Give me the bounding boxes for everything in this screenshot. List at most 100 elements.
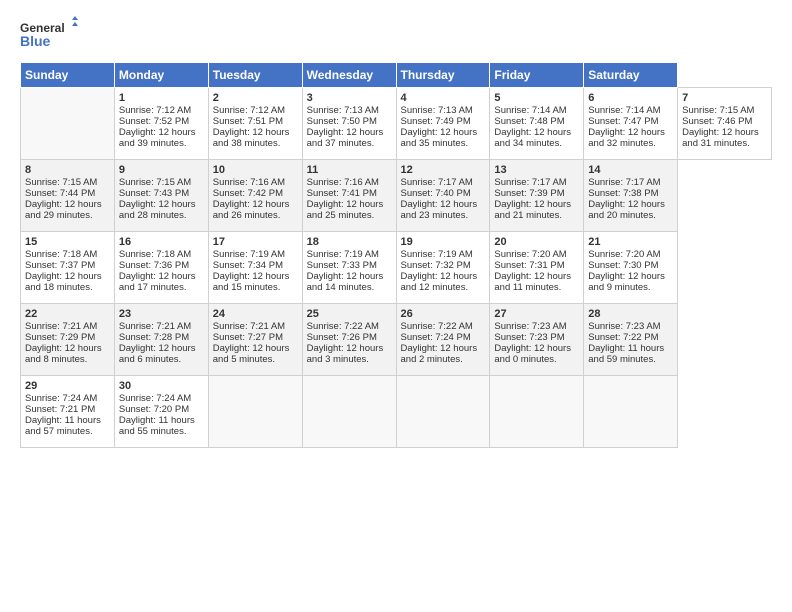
daylight-minutes: and 18 minutes.	[25, 282, 93, 293]
daylight-label: Daylight: 12 hours	[588, 271, 665, 282]
calendar-cell	[21, 88, 115, 160]
daylight-minutes: and 31 minutes.	[682, 138, 750, 149]
calendar-cell: 30Sunrise: 7:24 AMSunset: 7:20 PMDayligh…	[114, 376, 208, 448]
sunset: Sunset: 7:26 PM	[307, 332, 377, 343]
daylight-label: Daylight: 12 hours	[307, 271, 384, 282]
day-number: 29	[25, 380, 110, 392]
daylight-minutes: and 8 minutes.	[25, 354, 87, 365]
calendar-cell: 1Sunrise: 7:12 AMSunset: 7:52 PMDaylight…	[114, 88, 208, 160]
sunrise: Sunrise: 7:18 AM	[25, 249, 97, 260]
daylight-label: Daylight: 12 hours	[307, 199, 384, 210]
sunrise: Sunrise: 7:15 AM	[682, 105, 754, 116]
sunrise: Sunrise: 7:20 AM	[494, 249, 566, 260]
sunset: Sunset: 7:43 PM	[119, 188, 189, 199]
calendar-cell: 24Sunrise: 7:21 AMSunset: 7:27 PMDayligh…	[208, 304, 302, 376]
daylight-label: Daylight: 12 hours	[213, 271, 290, 282]
sunrise: Sunrise: 7:13 AM	[401, 105, 473, 116]
daylight-minutes: and 3 minutes.	[307, 354, 369, 365]
daylight-minutes: and 15 minutes.	[213, 282, 281, 293]
sunset: Sunset: 7:29 PM	[25, 332, 95, 343]
daylight-label: Daylight: 12 hours	[588, 199, 665, 210]
sunrise: Sunrise: 7:19 AM	[213, 249, 285, 260]
day-number: 9	[119, 164, 204, 176]
calendar-cell: 5Sunrise: 7:14 AMSunset: 7:48 PMDaylight…	[490, 88, 584, 160]
daylight-label: Daylight: 12 hours	[494, 343, 571, 354]
sunrise: Sunrise: 7:14 AM	[494, 105, 566, 116]
col-header-saturday: Saturday	[584, 63, 678, 88]
daylight-minutes: and 39 minutes.	[119, 138, 187, 149]
sunset: Sunset: 7:27 PM	[213, 332, 283, 343]
sunset: Sunset: 7:37 PM	[25, 260, 95, 271]
sunset: Sunset: 7:46 PM	[682, 116, 752, 127]
daylight-label: Daylight: 12 hours	[25, 343, 102, 354]
daylight-minutes: and 32 minutes.	[588, 138, 656, 149]
sunrise: Sunrise: 7:21 AM	[213, 321, 285, 332]
sunrise: Sunrise: 7:16 AM	[307, 177, 379, 188]
sunrise: Sunrise: 7:15 AM	[25, 177, 97, 188]
daylight-minutes: and 37 minutes.	[307, 138, 375, 149]
sunset: Sunset: 7:40 PM	[401, 188, 471, 199]
sunrise: Sunrise: 7:18 AM	[119, 249, 191, 260]
daylight-minutes: and 38 minutes.	[213, 138, 281, 149]
sunset: Sunset: 7:31 PM	[494, 260, 564, 271]
daylight-label: Daylight: 12 hours	[494, 127, 571, 138]
sunrise: Sunrise: 7:20 AM	[588, 249, 660, 260]
calendar-cell: 29Sunrise: 7:24 AMSunset: 7:21 PMDayligh…	[21, 376, 115, 448]
daylight-minutes: and 12 minutes.	[401, 282, 469, 293]
day-number: 28	[588, 308, 673, 320]
sunset: Sunset: 7:38 PM	[588, 188, 658, 199]
logo: General Blue	[20, 16, 80, 54]
sunrise: Sunrise: 7:19 AM	[307, 249, 379, 260]
calendar-week-5: 29Sunrise: 7:24 AMSunset: 7:21 PMDayligh…	[21, 376, 772, 448]
calendar-cell: 7Sunrise: 7:15 AMSunset: 7:46 PMDaylight…	[678, 88, 772, 160]
sunset: Sunset: 7:44 PM	[25, 188, 95, 199]
daylight-label: Daylight: 11 hours	[25, 415, 101, 426]
daylight-label: Daylight: 12 hours	[213, 343, 290, 354]
sunrise: Sunrise: 7:13 AM	[307, 105, 379, 116]
day-number: 24	[213, 308, 298, 320]
calendar-cell: 15Sunrise: 7:18 AMSunset: 7:37 PMDayligh…	[21, 232, 115, 304]
sunset: Sunset: 7:51 PM	[213, 116, 283, 127]
sunrise: Sunrise: 7:14 AM	[588, 105, 660, 116]
daylight-minutes: and 17 minutes.	[119, 282, 187, 293]
daylight-label: Daylight: 12 hours	[401, 199, 478, 210]
calendar-cell: 6Sunrise: 7:14 AMSunset: 7:47 PMDaylight…	[584, 88, 678, 160]
day-number: 10	[213, 164, 298, 176]
calendar-cell: 21Sunrise: 7:20 AMSunset: 7:30 PMDayligh…	[584, 232, 678, 304]
day-number: 23	[119, 308, 204, 320]
sunrise: Sunrise: 7:21 AM	[119, 321, 191, 332]
day-number: 12	[401, 164, 486, 176]
day-number: 3	[307, 92, 392, 104]
col-header-thursday: Thursday	[396, 63, 490, 88]
daylight-minutes: and 57 minutes.	[25, 426, 93, 437]
calendar-cell: 27Sunrise: 7:23 AMSunset: 7:23 PMDayligh…	[490, 304, 584, 376]
calendar-cell: 22Sunrise: 7:21 AMSunset: 7:29 PMDayligh…	[21, 304, 115, 376]
calendar-cell: 20Sunrise: 7:20 AMSunset: 7:31 PMDayligh…	[490, 232, 584, 304]
calendar-cell	[584, 376, 678, 448]
day-number: 8	[25, 164, 110, 176]
day-number: 19	[401, 236, 486, 248]
daylight-label: Daylight: 12 hours	[25, 199, 102, 210]
daylight-minutes: and 2 minutes.	[401, 354, 463, 365]
sunrise: Sunrise: 7:17 AM	[494, 177, 566, 188]
sunset: Sunset: 7:39 PM	[494, 188, 564, 199]
sunset: Sunset: 7:20 PM	[119, 404, 189, 415]
daylight-minutes: and 11 minutes.	[494, 282, 561, 293]
daylight-label: Daylight: 12 hours	[119, 271, 196, 282]
day-number: 7	[682, 92, 767, 104]
svg-text:Blue: Blue	[20, 33, 51, 49]
sunrise: Sunrise: 7:24 AM	[25, 393, 97, 404]
calendar-cell: 9Sunrise: 7:15 AMSunset: 7:43 PMDaylight…	[114, 160, 208, 232]
day-number: 25	[307, 308, 392, 320]
sunset: Sunset: 7:21 PM	[25, 404, 95, 415]
day-number: 26	[401, 308, 486, 320]
daylight-label: Daylight: 11 hours	[588, 343, 664, 354]
sunrise: Sunrise: 7:12 AM	[119, 105, 191, 116]
day-number: 27	[494, 308, 579, 320]
col-header-tuesday: Tuesday	[208, 63, 302, 88]
daylight-label: Daylight: 12 hours	[119, 127, 196, 138]
sunset: Sunset: 7:22 PM	[588, 332, 658, 343]
calendar-cell: 2Sunrise: 7:12 AMSunset: 7:51 PMDaylight…	[208, 88, 302, 160]
sunset: Sunset: 7:24 PM	[401, 332, 471, 343]
calendar-cell	[302, 376, 396, 448]
